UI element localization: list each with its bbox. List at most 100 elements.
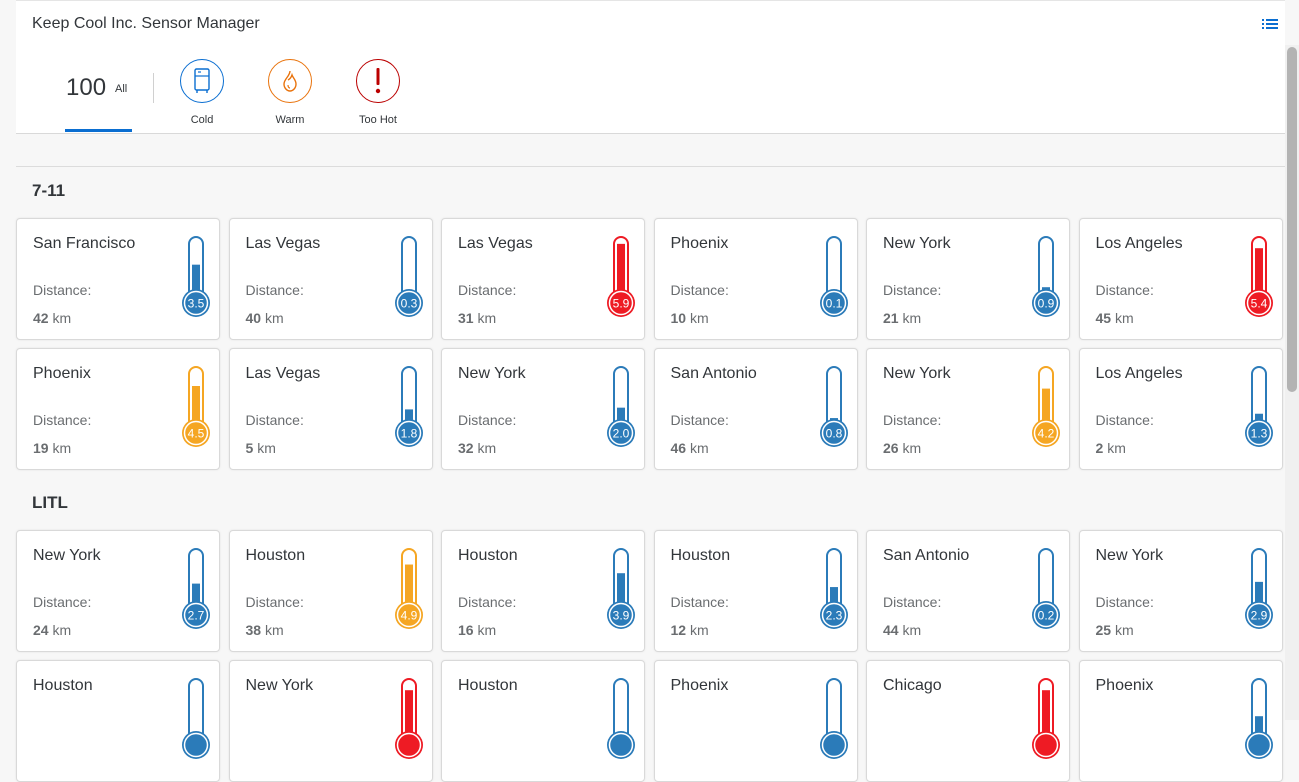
distance-number: 38	[245, 622, 262, 638]
distance-label: Distance:	[33, 412, 92, 428]
distance-unit: km	[689, 622, 709, 638]
thermometer-icon: 5.9	[606, 235, 638, 321]
sensor-card[interactable]: Las Vegas Distance: 31 km 5.9	[441, 218, 645, 340]
sensor-card[interactable]: New York Distance: 32 km 2.0	[441, 348, 645, 470]
sensor-card[interactable]: Los Angeles Distance: 2 km 1.3	[1078, 348, 1283, 470]
exclamation-icon	[356, 59, 400, 103]
distance-number: 24	[33, 622, 49, 638]
distance-value: 19 km	[33, 440, 71, 456]
sensor-card[interactable]: New York	[228, 660, 433, 782]
distance-number: 2	[1095, 440, 1104, 456]
sensor-card[interactable]: New York Distance: 24 km 2.7	[16, 530, 220, 652]
thermometer-icon: 1.3	[1244, 365, 1276, 451]
sensor-card[interactable]: Phoenix Distance: 10 km 0.1	[653, 218, 858, 340]
distance-number: 12	[670, 622, 687, 638]
sensor-city: Houston	[670, 547, 731, 564]
distance-number: 26	[883, 440, 899, 456]
sensor-city: Chicago	[883, 677, 942, 694]
distance-label: Distance:	[33, 594, 92, 610]
sensor-card[interactable]: New York Distance: 21 km 0.9	[866, 218, 1070, 340]
distance-label: Distance:	[883, 594, 942, 610]
temperature-value: 0.9	[1038, 297, 1055, 311]
sensor-card[interactable]: Houston Distance: 38 km 4.9	[228, 530, 433, 652]
sensor-card[interactable]: Las Vegas Distance: 40 km 0.3	[228, 218, 433, 340]
sensor-card[interactable]: New York Distance: 26 km 4.2	[866, 348, 1070, 470]
sensor-city: San Antonio	[883, 547, 970, 564]
group-title: 7-11	[32, 181, 66, 200]
distance-unit: km	[902, 310, 922, 326]
sensor-city: Houston	[245, 547, 306, 564]
distance-unit: km	[477, 310, 497, 326]
scrollbar-thumb[interactable]	[1287, 47, 1297, 392]
sensor-card[interactable]: Phoenix Distance: 19 km 4.5	[16, 348, 220, 470]
tab-too-hot[interactable]: Too Hot	[348, 59, 408, 126]
sensor-card[interactable]: Houston Distance: 16 km 3.9	[441, 530, 645, 652]
temperature-value: 0.1	[825, 297, 842, 311]
sensor-city: New York	[458, 365, 526, 382]
distance-number: 19	[33, 440, 49, 456]
sensor-city: Houston	[458, 547, 518, 564]
sensor-card[interactable]: Las Vegas Distance: 5 km 1.8	[228, 348, 433, 470]
distance-value: 16 km	[458, 622, 496, 638]
sensor-city: Phoenix	[670, 235, 729, 252]
thermometer-icon: 4.2	[1031, 365, 1063, 451]
sensor-card[interactable]: Houston	[441, 660, 645, 782]
temperature-value: 0.2	[1038, 609, 1055, 623]
sensor-city: San Francisco	[33, 235, 136, 252]
distance-unit: km	[257, 440, 276, 456]
distance-number: 31	[458, 310, 474, 326]
distance-number: 45	[1095, 310, 1112, 326]
distance-label: Distance:	[883, 282, 942, 298]
sensor-card[interactable]: San Francisco Distance: 42 km 3.5	[16, 218, 220, 340]
distance-unit: km	[52, 310, 72, 326]
thermometer-icon: 0.9	[1031, 235, 1063, 321]
tab-all-label: All	[115, 83, 128, 95]
distance-unit: km	[689, 310, 709, 326]
sensor-city: Los Angeles	[1095, 235, 1183, 252]
sensor-card[interactable]: Los Angeles Distance: 45 km 5.4	[1078, 218, 1283, 340]
temperature-value: 0.8	[825, 427, 842, 441]
distance-number: 46	[670, 440, 687, 456]
tab-all[interactable]: 100 All	[66, 74, 132, 104]
sensor-city: Las Vegas	[245, 235, 321, 252]
distance-label: Distance:	[33, 282, 92, 298]
list-icon[interactable]	[1260, 14, 1280, 34]
sensor-card[interactable]: Houston Distance: 12 km 2.3	[653, 530, 858, 652]
thermometer-icon	[394, 677, 426, 763]
tab-selected-indicator	[65, 129, 132, 132]
thermometer-icon	[819, 677, 851, 763]
sensor-card[interactable]: Phoenix	[653, 660, 858, 782]
distance-value: 31 km	[458, 310, 496, 326]
distance-number: 10	[670, 310, 687, 326]
thermometer-icon	[1244, 677, 1276, 763]
distance-label: Distance:	[1095, 282, 1154, 298]
temperature-value: 4.2	[1038, 427, 1055, 441]
temperature-value: 2.7	[188, 609, 205, 623]
tab-all-count: 100	[66, 74, 107, 101]
thermometer-icon: 0.8	[819, 365, 851, 451]
temperature-value: 1.8	[400, 427, 417, 441]
sensor-card[interactable]: San Antonio Distance: 46 km 0.8	[653, 348, 858, 470]
distance-value: 25 km	[1096, 622, 1134, 638]
sensor-card[interactable]: San Antonio Distance: 44 km 0.2	[866, 530, 1070, 652]
sensor-card[interactable]: Houston	[16, 660, 220, 782]
sensor-city: Las Vegas	[458, 235, 533, 252]
sensor-city: Houston	[458, 677, 518, 694]
sensor-card[interactable]: New York Distance: 25 km 2.9	[1078, 530, 1283, 652]
sensor-card[interactable]: Chicago	[866, 660, 1070, 782]
distance-value: 42 km	[33, 310, 71, 326]
tab-too-hot-label: Too Hot	[359, 114, 397, 126]
distance-value: 45 km	[1096, 310, 1134, 326]
distance-number: 16	[458, 622, 474, 638]
sensor-city: Houston	[33, 677, 93, 694]
distance-label: Distance:	[458, 412, 517, 428]
distance-label: Distance:	[1095, 412, 1154, 428]
thermometer-icon: 0.1	[819, 235, 851, 321]
distance-value: 32 km	[458, 440, 496, 456]
tab-cold[interactable]: Cold	[172, 59, 232, 126]
sensor-card[interactable]: Phoenix	[1078, 660, 1283, 782]
tab-warm[interactable]: Warm	[260, 59, 320, 126]
distance-value: 5 km	[246, 440, 276, 456]
distance-label: Distance:	[670, 594, 729, 610]
distance-unit: km	[1107, 440, 1126, 456]
